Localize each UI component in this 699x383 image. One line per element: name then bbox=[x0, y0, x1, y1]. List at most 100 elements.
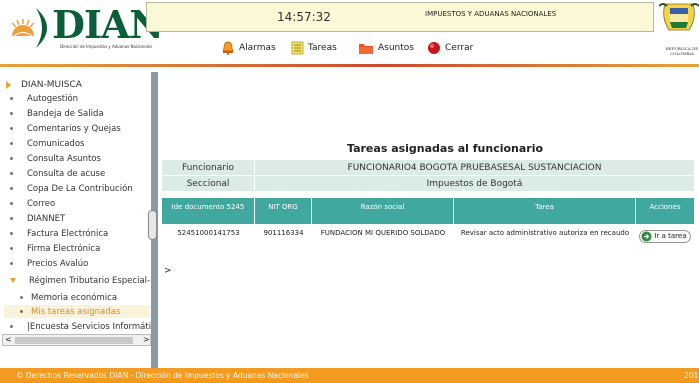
info-value: Impuestos de Bogotá bbox=[255, 176, 694, 191]
cell-acciones: Ir a tarea bbox=[636, 226, 694, 248]
sidebar-item-precios-avaluo[interactable]: Precios Avalúo bbox=[10, 257, 88, 270]
sidebar-item-diannet[interactable]: DIANNET bbox=[10, 212, 65, 225]
bullet-icon bbox=[10, 325, 13, 328]
menu-asuntos[interactable]: Asuntos bbox=[358, 39, 414, 57]
go-arrow-icon bbox=[641, 231, 652, 242]
info-label: Seccional bbox=[162, 176, 254, 191]
go-to-task-button[interactable]: Ir a tarea bbox=[639, 230, 691, 243]
table-header: Ide documento 5245 NIT ORG Razón social … bbox=[162, 198, 694, 224]
sidebar-item-label: Mis tareas asignadas bbox=[31, 306, 121, 317]
bullet-icon bbox=[10, 187, 13, 190]
sidebar-item-bandeja-salida[interactable]: Bandeja de Salida bbox=[10, 107, 104, 120]
alarm-bell-icon bbox=[222, 41, 234, 55]
info-row-funcionario: Funcionario FUNCIONARIO4 BOGOTA PRUEBASE… bbox=[162, 160, 694, 175]
sidebar-subitem-memoria[interactable]: Memoria económica bbox=[20, 291, 117, 304]
bullet-icon bbox=[10, 142, 13, 145]
tree-root[interactable]: DIAN-MUISCA bbox=[6, 80, 82, 90]
top-menu: Alarmas Tareas Asuntos Cerrar bbox=[146, 32, 654, 62]
splitter-collapse-handle[interactable] bbox=[148, 210, 157, 240]
sidebar-horizontal-scrollbar[interactable]: < > bbox=[2, 334, 151, 346]
sidebar-item-consulta-acuse[interactable]: Consulta de acuse bbox=[10, 167, 105, 180]
sidebar-item-consulta-asuntos[interactable]: Consulta Asuntos bbox=[10, 152, 101, 165]
sidebar-item-autogestion[interactable]: Autogestión bbox=[10, 92, 78, 105]
footer-copyright: © Derechos Reservados DIAN - Dirección d… bbox=[16, 371, 309, 380]
cell-razon-social: FUNDACION MI QUERIDO SOLDADO bbox=[320, 229, 446, 237]
sidebar-subitem-mis-tareas[interactable]: Mis tareas asignadas bbox=[20, 305, 120, 318]
sidebar-item-label: |Encuesta Servicios Informático bbox=[27, 321, 151, 332]
organization-name: IMPUESTOS Y ADUANAS NACIONALES bbox=[425, 10, 557, 18]
bullet-icon bbox=[20, 310, 23, 313]
sidebar-item-firma-electronica[interactable]: Firma Electrónica bbox=[10, 242, 100, 255]
scroll-right-button[interactable]: > bbox=[143, 335, 150, 344]
sidebar-item-regimen-tributario[interactable]: Régimen Tributario Especial- RT bbox=[10, 274, 151, 287]
task-list-icon bbox=[291, 41, 304, 55]
sidebar-item-label: Precios Avalúo bbox=[27, 258, 89, 269]
sidebar-item-label: Régimen Tributario Especial- RT bbox=[29, 275, 151, 286]
sidebar-item-label: Comentarios y Quejas bbox=[27, 123, 121, 134]
sidebar-item-copa-contribucion[interactable]: Copa De La Contribución bbox=[10, 182, 133, 195]
collapse-arrow-icon bbox=[10, 278, 16, 283]
header-divider bbox=[0, 64, 699, 67]
menu-asuntos-label: Asuntos bbox=[378, 43, 414, 53]
bullet-icon bbox=[10, 127, 13, 130]
logo-subtitle: Dirección de Impuestos y Aduanas Naciona… bbox=[60, 44, 153, 49]
info-value: FUNCIONARIO4 BOGOTA PRUEBASESAL SUSTANCI… bbox=[255, 160, 694, 175]
status-bar: 14:57:32 IMPUESTOS Y ADUANAS NACIONALES bbox=[146, 2, 654, 32]
header: DIAN Dirección de Impuestos y Aduanas Na… bbox=[0, 0, 699, 67]
column-header-nit-org[interactable]: NIT ORG bbox=[255, 198, 312, 224]
menu-alarmas[interactable]: Alarmas bbox=[221, 39, 276, 57]
sidebar-item-label: Autogestión bbox=[27, 93, 79, 104]
table-row: 52451000141753 901116334 FUNDACION MI QU… bbox=[162, 226, 694, 248]
cell-tarea: Revisar acto administrativo autoriza en … bbox=[460, 229, 630, 237]
footer-year: 201 bbox=[684, 371, 699, 380]
bullet-icon bbox=[10, 217, 13, 220]
bullet-icon bbox=[10, 157, 13, 160]
menu-tareas[interactable]: Tareas bbox=[291, 39, 337, 57]
menu-alarmas-label: Alarmas bbox=[239, 43, 276, 53]
app-root: DIAN Dirección de Impuestos y Aduanas Na… bbox=[0, 0, 699, 383]
cell-ide-documento: 52451000141753 bbox=[177, 229, 240, 237]
sidebar-item-label: Bandeja de Salida bbox=[27, 108, 104, 119]
footer: © Derechos Reservados DIAN - Dirección d… bbox=[0, 368, 699, 383]
sidebar-item-label: Consulta Asuntos bbox=[27, 153, 101, 164]
column-header-ide-documento[interactable]: Ide documento 5245 bbox=[162, 198, 255, 224]
column-header-razon-social[interactable]: Razón social bbox=[312, 198, 454, 224]
sidebar-item-label: Copa De La Contribución bbox=[27, 183, 133, 194]
sidebar-item-label: Memoria económica bbox=[31, 292, 118, 303]
officer-info: Funcionario FUNCIONARIO4 BOGOTA PRUEBASE… bbox=[162, 160, 694, 192]
page-title: Tareas asignadas al funcionario bbox=[347, 142, 544, 155]
bullet-icon bbox=[10, 202, 13, 205]
sidebar-item-label: Consulta de acuse bbox=[27, 168, 106, 179]
column-header-tarea[interactable]: Tarea bbox=[454, 198, 636, 224]
column-header-acciones: Acciones bbox=[636, 198, 694, 224]
dian-logo[interactable]: DIAN Dirección de Impuestos y Aduanas Na… bbox=[0, 0, 164, 62]
shield-caption: REPÚBLICA DE COLOMBIA bbox=[665, 46, 699, 56]
expand-panel-arrow[interactable]: > bbox=[164, 266, 172, 276]
bullet-icon bbox=[10, 262, 13, 265]
clock: 14:57:32 bbox=[277, 10, 331, 24]
sidebar-item-label: Factura Electrónica bbox=[27, 228, 109, 239]
sidebar-item-correo[interactable]: Correo bbox=[10, 197, 55, 210]
bullet-icon bbox=[10, 232, 13, 235]
go-to-task-label: Ir a tarea bbox=[654, 232, 687, 240]
bullet-icon bbox=[10, 112, 13, 115]
menu-cerrar[interactable]: Cerrar bbox=[427, 39, 473, 57]
bullet-icon bbox=[10, 97, 13, 100]
sidebar-tree: DIAN-MUISCA Autogestión Bandeja de Salid… bbox=[0, 72, 151, 368]
scrollbar-thumb[interactable] bbox=[15, 337, 133, 344]
bullet-icon bbox=[10, 247, 13, 250]
info-row-seccional: Seccional Impuestos de Bogotá bbox=[162, 176, 694, 191]
tree-root-label: DIAN-MUISCA bbox=[21, 80, 82, 90]
bullet-icon bbox=[20, 296, 23, 299]
sidebar-item-comentarios[interactable]: Comentarios y Quejas bbox=[10, 122, 121, 135]
sun-logo-icon bbox=[11, 19, 35, 37]
sidebar-item-encuesta[interactable]: |Encuesta Servicios Informático bbox=[10, 320, 151, 333]
sidebar-item-label: Correo bbox=[27, 198, 56, 209]
sidebar-item-factura-electronica[interactable]: Factura Electrónica bbox=[10, 227, 108, 240]
sidebar-item-label: DIANNET bbox=[27, 213, 66, 224]
scroll-left-button[interactable]: < bbox=[5, 335, 12, 344]
sidebar-item-label: Firma Electrónica bbox=[27, 243, 101, 254]
info-label: Funcionario bbox=[162, 160, 254, 175]
sidebar-item-comunicados[interactable]: Comunicados bbox=[10, 137, 84, 150]
menu-tareas-label: Tareas bbox=[308, 43, 337, 53]
